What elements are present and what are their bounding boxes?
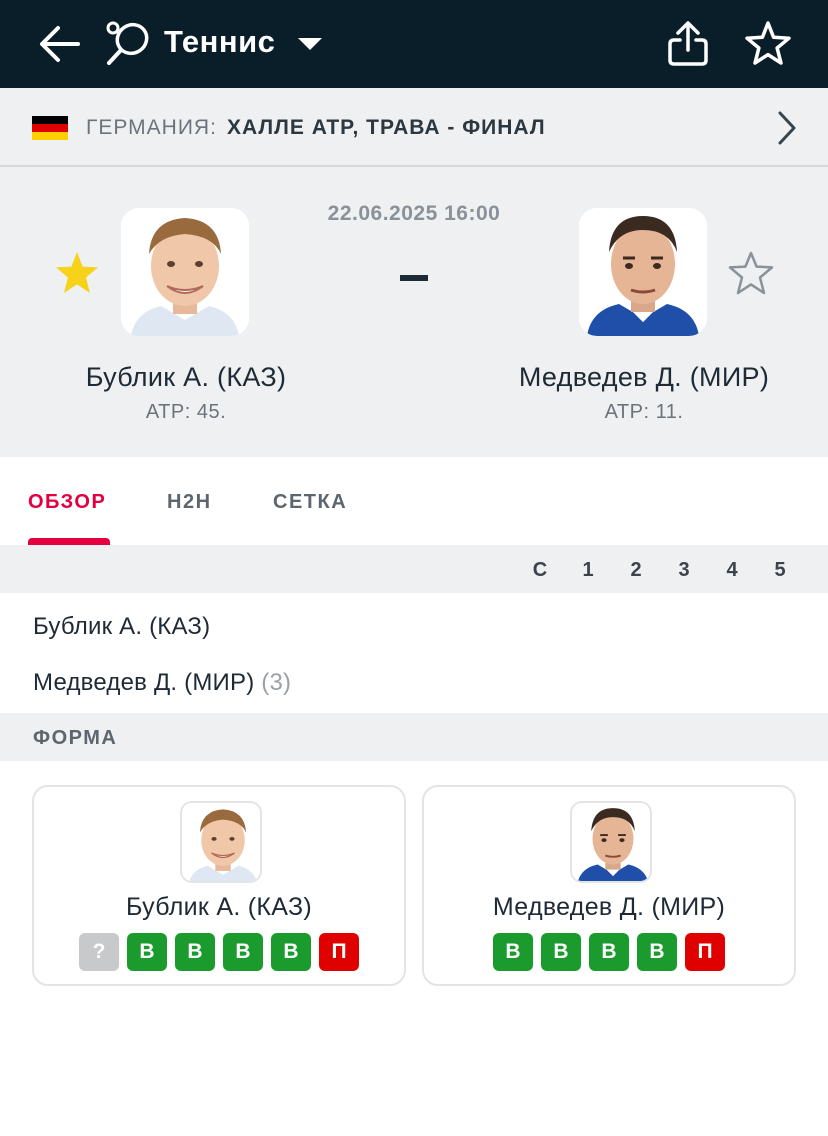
form-badge-win[interactable]: В bbox=[493, 933, 533, 971]
favorite-star-outline-icon[interactable] bbox=[726, 249, 776, 297]
form-badge-win[interactable]: В bbox=[271, 933, 311, 971]
score-row-home: Бублик А. (КАЗ) bbox=[0, 597, 828, 653]
league-bar[interactable]: ГЕРМАНИЯ: ХАЛЛЕ ATP, ТРАВА - ФИНАЛ bbox=[0, 88, 828, 167]
form-badge-win[interactable]: В bbox=[589, 933, 629, 971]
score-player-name-away-text: Медведев Д. (МИР) bbox=[33, 669, 255, 696]
share-icon[interactable] bbox=[664, 18, 712, 70]
form-player-name-home: Бублик А. (КАЗ) bbox=[125, 893, 313, 921]
form-photo-home bbox=[180, 801, 262, 883]
tab-bar: ОБЗОР H2H СЕТКА bbox=[0, 457, 828, 545]
score-player-name-home-text: Бублик А. (КАЗ) bbox=[33, 613, 211, 640]
player-photo-away[interactable] bbox=[579, 208, 707, 336]
score-col-3: 3 bbox=[678, 559, 690, 581]
form-photo-away bbox=[570, 801, 652, 883]
tennis-racket-icon bbox=[106, 21, 149, 65]
league-country: ГЕРМАНИЯ: bbox=[86, 116, 217, 139]
sport-title[interactable]: Теннис bbox=[164, 24, 275, 60]
form-card-home[interactable]: Бублик А. (КАЗ) ? В В В В П bbox=[32, 785, 406, 986]
germany-flag-icon bbox=[32, 116, 68, 140]
tab-draw[interactable]: СЕТКА bbox=[273, 491, 347, 514]
score-row-away: Медведев Д. (МИР) (3) bbox=[0, 653, 828, 709]
form-badge-loss[interactable]: П bbox=[319, 933, 359, 971]
score-col-4: 4 bbox=[726, 559, 738, 581]
active-tab-indicator bbox=[28, 538, 110, 545]
score-player-name-home: Бублик А. (КАЗ) bbox=[33, 613, 210, 641]
player-rank-away: ATP: 11. bbox=[604, 401, 684, 423]
score-col-5: 5 bbox=[774, 559, 786, 581]
form-player-name-away: Медведев Д. (МИР) bbox=[492, 893, 726, 921]
form-badge-win[interactable]: В bbox=[223, 933, 263, 971]
player-avatar-away bbox=[579, 208, 707, 336]
score-col-sets: С bbox=[532, 559, 548, 581]
form-badge-win[interactable]: В bbox=[127, 933, 167, 971]
chevron-right-icon[interactable] bbox=[774, 110, 800, 146]
score-col-2: 2 bbox=[630, 559, 642, 581]
form-badges-home: ? В В В В П bbox=[34, 933, 404, 971]
top-app-bar: Теннис bbox=[0, 0, 828, 88]
form-badge-win[interactable]: В bbox=[637, 933, 677, 971]
back-arrow-icon[interactable] bbox=[36, 22, 84, 66]
caret-down-icon[interactable] bbox=[296, 36, 324, 52]
form-badge-win[interactable]: В bbox=[175, 933, 215, 971]
form-avatar-away bbox=[572, 803, 650, 881]
player-name-away[interactable]: Медведев Д. (МИР) bbox=[444, 362, 828, 393]
player-rank-home: ATP: 45. bbox=[145, 401, 227, 423]
form-section-label: ФОРМА bbox=[33, 727, 118, 749]
form-section-header: ФОРМА bbox=[0, 713, 828, 761]
tab-h2h[interactable]: H2H bbox=[167, 491, 212, 514]
tab-overview[interactable]: ОБЗОР bbox=[28, 491, 106, 514]
form-badges-away: ВВВВП bbox=[424, 933, 794, 971]
league-tournament: ХАЛЛЕ ATP, ТРАВА - ФИНАЛ bbox=[227, 116, 546, 139]
form-badge-unknown[interactable]: ? bbox=[79, 933, 119, 971]
star-outline-icon[interactable] bbox=[742, 18, 794, 70]
form-badge-win[interactable]: В bbox=[541, 933, 581, 971]
form-badge-loss[interactable]: П bbox=[685, 933, 725, 971]
form-avatar-home bbox=[182, 803, 260, 881]
score-col-1: 1 bbox=[582, 559, 594, 581]
score-player-name-away: Медведев Д. (МИР) (3) bbox=[33, 669, 291, 697]
score-dash bbox=[400, 275, 428, 281]
player-seed: (3) bbox=[261, 669, 292, 696]
player-photo-home[interactable] bbox=[121, 208, 249, 336]
player-name-home[interactable]: Бублик А. (КАЗ) bbox=[0, 362, 386, 393]
score-header: С 1 2 3 4 5 bbox=[0, 545, 828, 593]
favorite-star-filled-icon[interactable] bbox=[52, 249, 102, 297]
form-card-away[interactable]: Медведев Д. (МИР) ВВВВП bbox=[422, 785, 796, 986]
match-header: 22.06.2025 16:00 Бублик А. (КАЗ) ATP: 45… bbox=[0, 167, 828, 457]
player-avatar-home bbox=[121, 208, 249, 336]
